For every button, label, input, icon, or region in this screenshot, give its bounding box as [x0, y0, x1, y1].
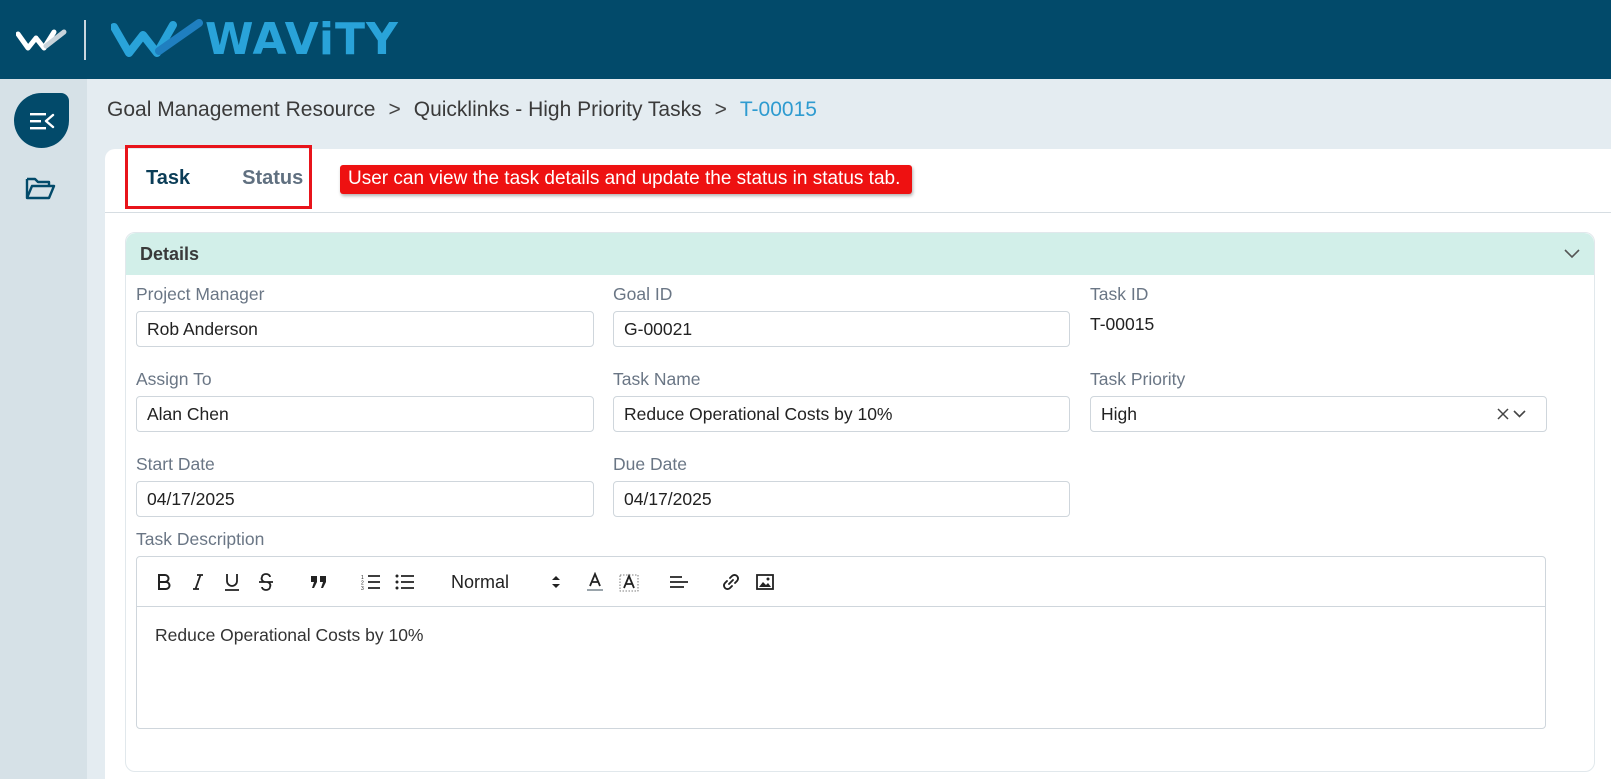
menu-collapse-button[interactable] [14, 93, 69, 148]
breadcrumb-separator: > [388, 98, 401, 121]
font-size-select[interactable]: Normal [451, 570, 561, 594]
start-date-field[interactable]: 04/17/2025 [136, 481, 594, 517]
svg-text:3: 3 [361, 586, 364, 590]
brand-logo: WAViTY [111, 16, 399, 64]
font-size-value: Normal [451, 571, 510, 592]
folder-open-icon[interactable] [24, 175, 56, 203]
updown-icon [552, 576, 560, 588]
strikethrough-icon[interactable] [257, 570, 275, 594]
brand-check-icon [111, 19, 203, 57]
brand-name: WAViTY [205, 14, 399, 65]
app-logo-icon[interactable] [16, 26, 68, 54]
details-title: Details [140, 243, 200, 264]
project-manager-label: Project Manager [136, 284, 265, 304]
breadcrumb-item-current: T-00015 [739, 98, 817, 121]
task-description-editor[interactable]: Reduce Operational Costs by 10% [137, 607, 1545, 664]
project-manager-field[interactable]: Rob Anderson [136, 311, 594, 347]
task-priority-label: Task Priority [1090, 369, 1186, 389]
italic-icon[interactable] [189, 570, 207, 594]
breadcrumb-item-goal-management[interactable]: Goal Management Resource [107, 98, 375, 122]
bold-icon[interactable] [155, 570, 173, 594]
due-date-label: Due Date [613, 454, 687, 474]
ordered-list-icon[interactable]: 123 [361, 570, 381, 594]
left-rail [0, 79, 87, 779]
goal-id-label: Goal ID [613, 284, 673, 304]
assign-to-field[interactable]: Alan Chen [136, 396, 594, 432]
annotation-callout: User can view the task details and updat… [340, 165, 913, 194]
details-panel: Details Project Manager Rob Anderson Goa… [125, 232, 1595, 772]
task-id-value: T-00015 [1090, 314, 1155, 334]
task-description-label: Task Description [136, 529, 265, 549]
assign-to-label: Assign To [136, 369, 212, 389]
details-header[interactable]: Details [126, 233, 1594, 275]
task-card: Task Status User can view the task detai… [105, 145, 1611, 779]
chevron-down-icon [1564, 249, 1580, 259]
underline-icon[interactable] [223, 570, 241, 594]
logo-divider [84, 20, 86, 60]
tabs-divider [105, 212, 1611, 213]
align-icon[interactable] [669, 570, 689, 594]
menu-collapse-icon [29, 112, 54, 129]
breadcrumb-item-quicklinks[interactable]: Quicklinks - High Priority Tasks [414, 98, 702, 122]
link-icon[interactable] [721, 570, 741, 594]
chevron-down-icon[interactable] [1513, 410, 1526, 418]
bullet-list-icon[interactable] [395, 570, 415, 594]
image-icon[interactable] [755, 570, 775, 594]
task-priority-select[interactable]: High [1090, 396, 1547, 432]
text-color-icon[interactable] [585, 570, 605, 594]
task-priority-value: High [1101, 404, 1137, 424]
breadcrumb: Goal Management Resource > Quicklinks - … [107, 98, 817, 122]
tabs-highlight-box [125, 145, 312, 209]
task-name-field[interactable]: Reduce Operational Costs by 10% [613, 396, 1070, 432]
app-header: WAViTY [0, 0, 1611, 79]
start-date-label: Start Date [136, 454, 215, 474]
clear-icon[interactable] [1497, 408, 1509, 420]
task-name-label: Task Name [613, 369, 701, 389]
blockquote-icon[interactable] [309, 570, 329, 594]
rich-text-editor: 123 Normal Reduce Operational Costs by 1… [136, 556, 1546, 729]
due-date-field[interactable]: 04/17/2025 [613, 481, 1070, 517]
breadcrumb-separator: > [714, 98, 727, 121]
goal-id-field[interactable]: G-00021 [613, 311, 1070, 347]
editor-toolbar: 123 Normal [137, 557, 1545, 607]
task-id-label: Task ID [1090, 284, 1149, 304]
background-color-icon[interactable] [619, 570, 639, 594]
